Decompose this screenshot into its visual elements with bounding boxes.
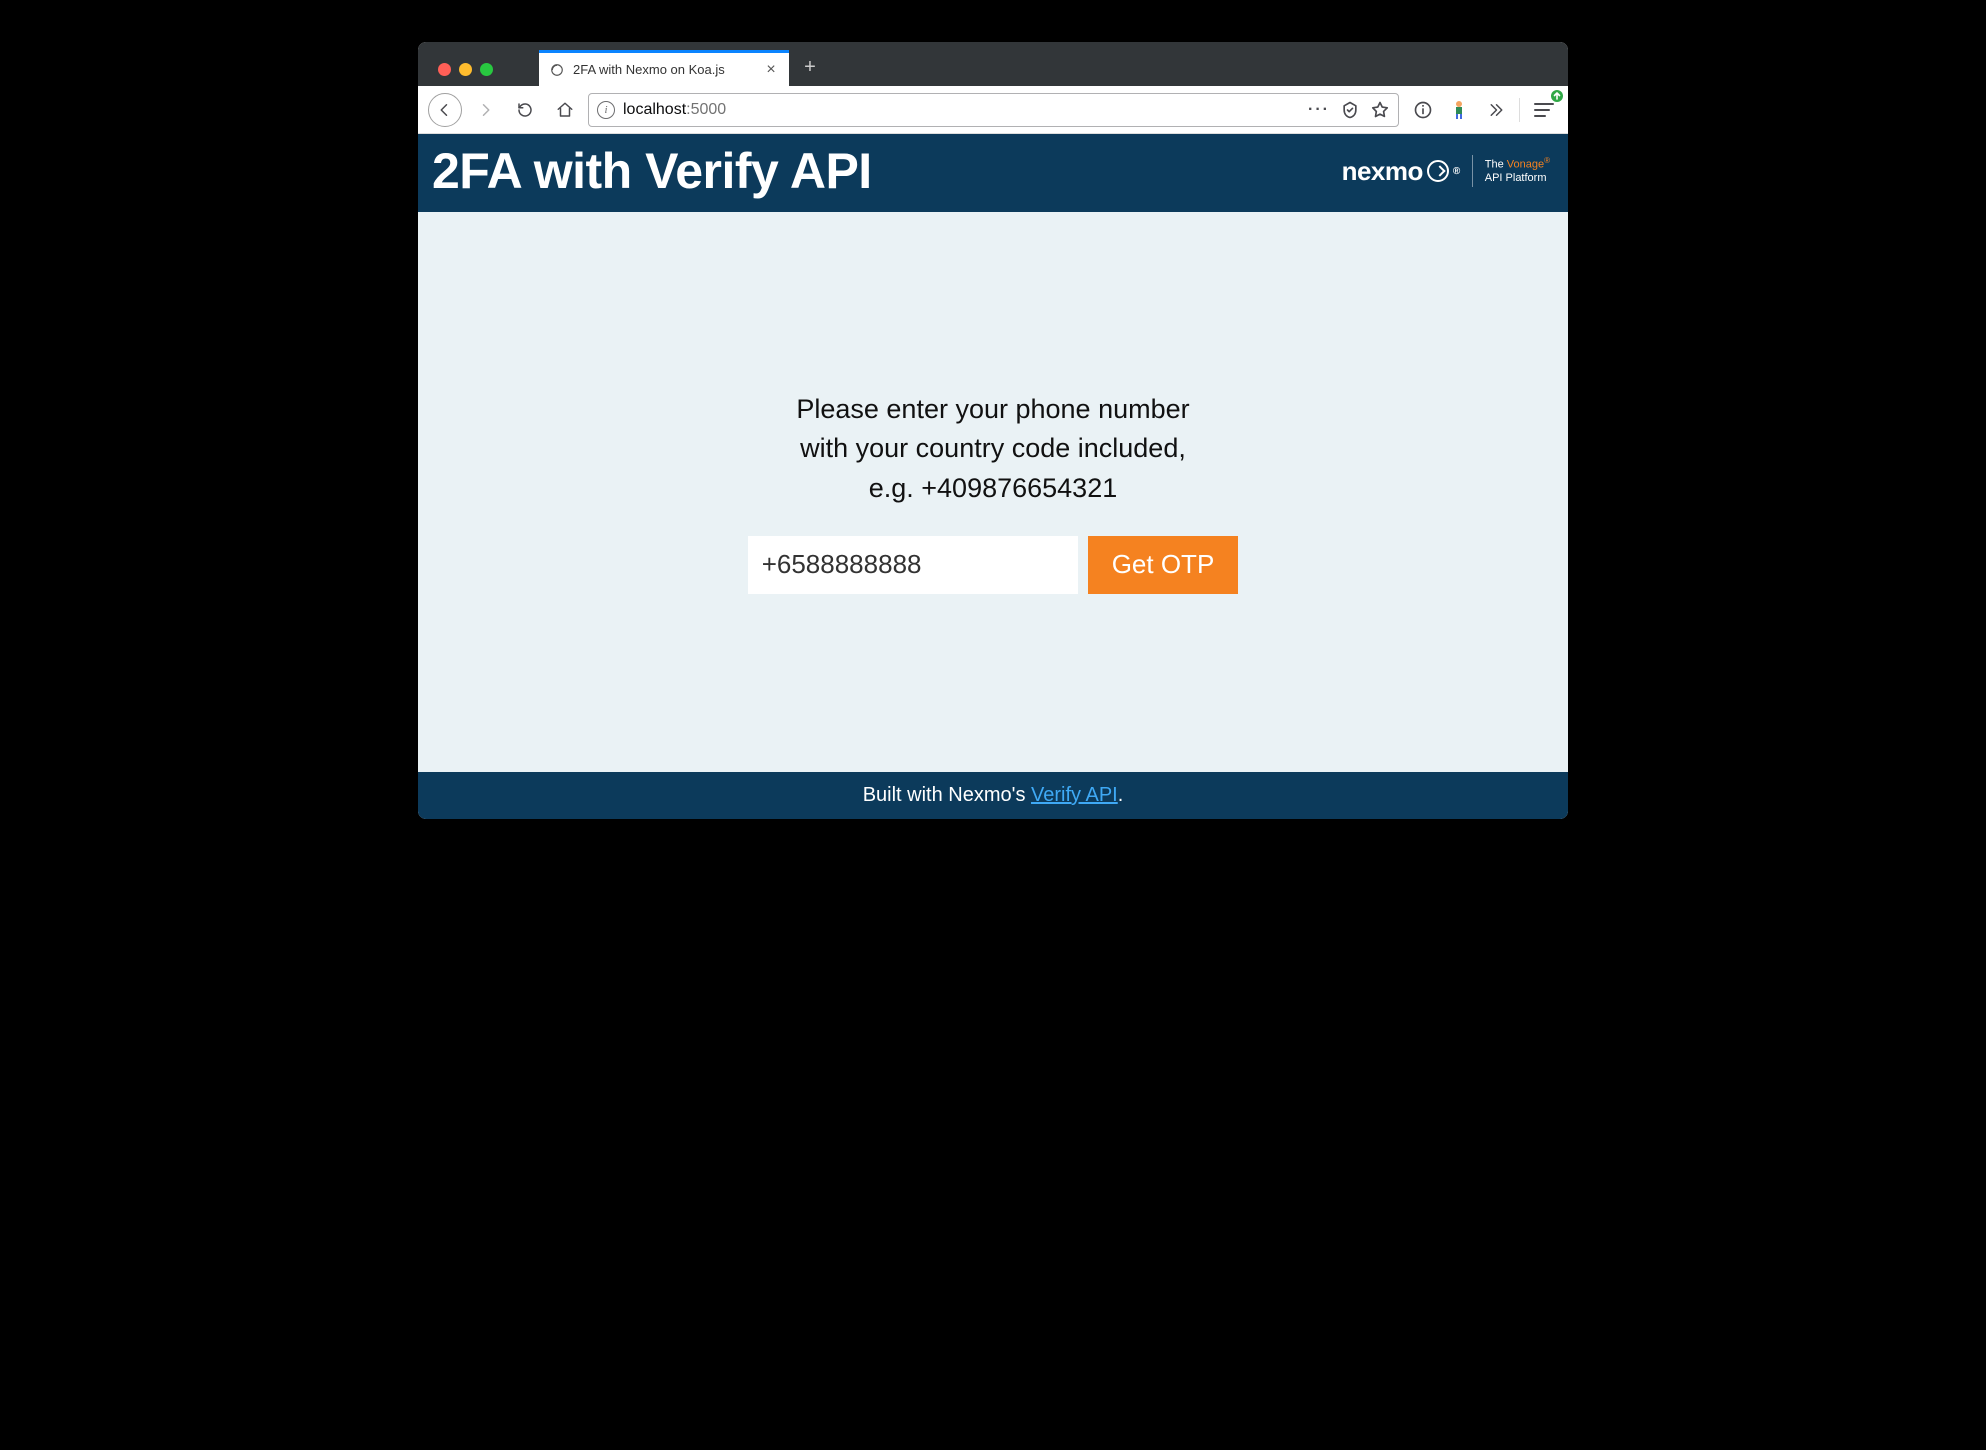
tagline-accent-reg: ® [1544,156,1550,165]
close-window-button[interactable] [438,63,451,76]
tab-title: 2FA with Nexmo on Koa.js [573,62,755,77]
traffic-lights [432,63,499,86]
toolbar-separator [1519,98,1520,122]
toolbar-right [1405,96,1558,124]
notification-badge-icon [1551,90,1563,102]
bookmark-star-icon[interactable] [1370,100,1390,120]
footer-suffix: . [1118,784,1124,806]
phone-form: Get OTP [748,536,1239,594]
footer-verify-api-link[interactable]: Verify API [1031,784,1118,806]
address-bar[interactable]: i localhost:5000 ··· [588,93,1399,127]
instruction-text: Please enter your phone number with your… [796,390,1189,507]
tagline-pre: The [1485,159,1507,171]
address-host: localhost [623,101,686,119]
brand-separator [1472,155,1473,187]
minimize-window-button[interactable] [459,63,472,76]
brand-registered-icon: ® [1453,166,1460,177]
site-info-icon[interactable]: i [597,101,615,119]
phone-number-input[interactable] [748,536,1078,594]
instruction-line-3: e.g. +409876654321 [869,473,1118,503]
tagline-accent: Vonage [1507,159,1544,171]
new-tab-button[interactable]: + [795,52,825,82]
extension-person-icon[interactable] [1445,96,1473,124]
tab-strip: 2FA with Nexmo on Koa.js × + [418,42,1568,86]
brand-tagline: The Vonage® API Platform [1485,156,1550,186]
footer-prefix: Built with Nexmo's [863,784,1031,806]
maximize-window-button[interactable] [480,63,493,76]
tab-favicon-icon [549,62,565,78]
browser-toolbar: i localhost:5000 ··· [418,86,1568,134]
hamburger-icon [1534,103,1554,117]
address-text: localhost:5000 [623,101,1300,119]
instruction-line-1: Please enter your phone number [796,394,1189,424]
page: 2FA with Verify API nexmo ® The Vonage® … [418,134,1568,819]
reload-button[interactable] [508,93,542,127]
app-menu-button[interactable] [1530,96,1558,124]
brand-arrow-icon [1427,160,1449,182]
brand: nexmo ® The Vonage® API Platform [1342,155,1550,187]
page-actions-icon[interactable]: ··· [1308,101,1330,119]
address-port: :5000 [686,101,726,119]
brand-name: nexmo [1342,156,1423,187]
brand-logo: nexmo ® [1342,156,1460,187]
tagline-post: API Platform [1485,172,1547,184]
browser-tab[interactable]: 2FA with Nexmo on Koa.js × [539,50,789,86]
get-otp-button[interactable]: Get OTP [1088,536,1239,594]
overflow-menu-icon[interactable] [1481,96,1509,124]
back-button[interactable] [428,93,462,127]
forward-button[interactable] [468,93,502,127]
browser-window: 2FA with Nexmo on Koa.js × + i localhost… [418,42,1568,819]
instruction-line-2: with your country code included, [800,433,1186,463]
page-footer: Built with Nexmo's Verify API. [418,772,1568,819]
page-header: 2FA with Verify API nexmo ® The Vonage® … [418,134,1568,212]
extension-info-icon[interactable] [1409,96,1437,124]
main-content: Please enter your phone number with your… [418,212,1568,772]
reader-mode-icon[interactable] [1340,100,1360,120]
home-button[interactable] [548,93,582,127]
tab-close-button[interactable]: × [763,62,779,78]
page-title: 2FA with Verify API [432,142,872,200]
